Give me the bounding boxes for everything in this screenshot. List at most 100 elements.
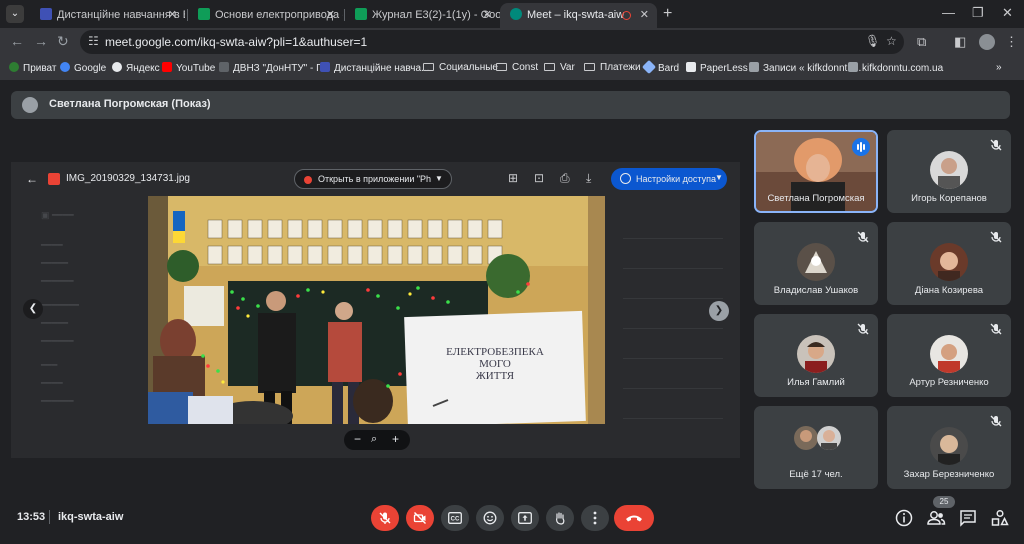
bookmark-folder[interactable]: Платежи <box>584 62 641 73</box>
add-comment-icon[interactable]: ⊡ <box>534 171 544 185</box>
participant-tile-speaker[interactable]: Светлана Погромская <box>754 130 878 213</box>
present-screen-button[interactable] <box>511 505 539 531</box>
toggle-camera-button[interactable] <box>406 505 434 531</box>
download-icon[interactable]: ⤓ <box>586 171 591 186</box>
bookmark-item[interactable]: PaperLess <box>686 62 748 74</box>
bookmarks-bar: Приват Google Яндекс YouTube ДВНЗ "ДонНТ… <box>0 57 1024 79</box>
zoom-out-icon[interactable]: − <box>354 432 361 446</box>
tab-search-button[interactable]: ⌄ <box>6 5 24 23</box>
participant-tile[interactable]: Артур Резниченко <box>887 314 1011 397</box>
restore-icon[interactable]: ❐ <box>972 5 984 21</box>
globe-icon <box>620 173 631 184</box>
raise-hand-button[interactable] <box>546 505 574 531</box>
next-image-button[interactable]: ❯ <box>709 301 729 321</box>
bookmark-item[interactable]: kifkdonntu.com.ua <box>848 62 943 74</box>
tab-distance-learning[interactable]: Дистанційне навчання в ВСП ✕ <box>30 3 185 28</box>
back-icon[interactable]: ← <box>10 33 24 49</box>
microphone-icon[interactable]: 🎙 <box>865 34 880 48</box>
page-icon <box>749 62 759 72</box>
bookmark-item[interactable]: YouTube <box>162 62 215 74</box>
open-in-app-label: Открыть в приложении "Ph <box>318 174 432 184</box>
more-participants-tile[interactable]: Ещё 17 чел. <box>754 406 878 489</box>
participant-tile[interactable]: Діана Козирева <box>887 222 1011 305</box>
tab-title: Основи електропривода (+Вид <box>215 9 343 21</box>
participant-avatar <box>930 427 968 465</box>
side-panel-icon[interactable]: ◧ <box>954 34 966 50</box>
extensions-icon[interactable]: ⧉ <box>917 34 926 50</box>
bookmark-folder[interactable]: Социальные <box>423 62 498 73</box>
bookmark-item[interactable]: Bard <box>641 59 679 75</box>
more-options-button[interactable] <box>581 505 609 531</box>
zoom-magnifier-icon[interactable]: ⌕ <box>371 433 377 446</box>
tab-journal[interactable]: Журнал Е3(2)-1(1у) - Google Т ✕ <box>345 3 500 28</box>
participant-avatar <box>930 335 968 373</box>
activities-icon[interactable] <box>990 508 1010 528</box>
bookmark-label: kifkdonntu.com.ua <box>862 63 944 74</box>
captions-button[interactable]: CC <box>441 505 469 531</box>
close-tab-icon[interactable]: ✕ <box>326 3 335 28</box>
more-bookmarks-icon[interactable]: » <box>996 62 1002 73</box>
meeting-info-icon[interactable] <box>894 508 914 528</box>
participant-tile[interactable]: Илья Гамлий <box>754 314 878 397</box>
new-tab-icon[interactable]: + <box>663 5 672 23</box>
reactions-button[interactable] <box>476 505 504 531</box>
address-bar[interactable]: ☷ meet.google.com/ikq-swta-aiw?pli=1&aut… <box>80 30 904 54</box>
participant-tile[interactable]: Захар Березниченко <box>887 406 1011 489</box>
previous-image-button[interactable]: ❮ <box>23 299 43 319</box>
participant-name: Илья Гамлий <box>787 377 845 388</box>
mic-off-icon <box>857 231 869 243</box>
tab-meet[interactable]: Meet – ikq-swta-aiw ✕ <box>500 3 657 28</box>
sheets-favicon-icon <box>355 8 367 20</box>
ghost-row <box>623 388 723 389</box>
bookmark-item[interactable]: ДВНЗ "ДонНТУ" - Г... <box>219 62 329 74</box>
distance-learning-icon <box>320 62 330 72</box>
svg-text:CC: CC <box>451 517 460 523</box>
folder-icon <box>423 63 434 71</box>
participant-tile[interactable]: Игорь Корепанов <box>887 130 1011 213</box>
chat-icon[interactable] <box>958 508 978 528</box>
bookmark-item[interactable]: Яндекс <box>112 62 160 74</box>
site-info-icon[interactable]: ☷ <box>88 34 99 48</box>
tab-title: Журнал Е3(2)-1(1у) - Google Т <box>372 9 500 21</box>
ghost-ui-text: ━━━━━ <box>41 318 69 328</box>
close-tab-icon[interactable]: ✕ <box>168 3 177 28</box>
forward-icon[interactable]: → <box>34 33 48 49</box>
bookmark-item[interactable]: Приват <box>9 62 56 74</box>
close-window-icon[interactable]: ✕ <box>1002 5 1013 21</box>
chevron-down-icon[interactable]: ▼ <box>715 173 723 182</box>
leave-call-button[interactable] <box>614 505 654 531</box>
menu-kebab-icon[interactable]: ⋮ <box>1005 34 1018 50</box>
bookmark-item[interactable]: Дистанційне навча... <box>320 62 429 74</box>
profile-avatar[interactable] <box>979 34 995 50</box>
print-icon[interactable]: ⎙ <box>560 171 570 186</box>
image-file-icon <box>48 173 60 185</box>
minimize-icon[interactable]: — <box>942 5 955 20</box>
ghost-row <box>623 328 723 329</box>
bookmark-folder[interactable]: Const <box>496 62 538 73</box>
people-icon[interactable] <box>926 508 946 528</box>
more-vert-icon <box>593 511 597 525</box>
close-tab-icon[interactable]: ✕ <box>483 3 492 28</box>
bookmark-folder[interactable]: Var <box>544 62 575 73</box>
chevron-down-icon[interactable]: ▼ <box>435 174 443 183</box>
add-to-drive-icon[interactable]: ⊞ <box>508 171 518 185</box>
youtube-icon <box>162 62 172 72</box>
bookmark-item[interactable]: Записи « kifkdonntu... <box>749 62 861 74</box>
bookmark-label: Яндекс <box>126 63 160 74</box>
zoom-in-icon[interactable]: + <box>392 432 399 446</box>
bookmark-label: YouTube <box>176 63 216 74</box>
reload-icon[interactable]: ↻ <box>57 33 69 50</box>
share-settings-button[interactable]: Настройки доступа ▼ <box>611 168 727 190</box>
back-arrow-icon[interactable]: ← <box>26 172 38 186</box>
bookmark-star-icon[interactable]: ☆ <box>886 34 897 48</box>
banner-line: ЖИТТЯ <box>475 370 515 382</box>
share-settings-label: Настройки доступа <box>636 174 716 184</box>
bookmark-item[interactable]: Google <box>60 62 106 74</box>
toggle-microphone-button[interactable] <box>371 505 399 531</box>
open-in-app-button[interactable]: Открыть в приложении "Ph ▼ <box>294 169 452 189</box>
participant-tile[interactable]: Владислав Ушаков <box>754 222 878 305</box>
tab-electric-drive[interactable]: Основи електропривода (+Вид ✕ <box>188 3 343 28</box>
close-tab-icon[interactable]: ✕ <box>640 3 649 28</box>
emoji-icon <box>483 511 497 525</box>
presentation-banner: Светлана Погромская (Показ) <box>11 91 1010 119</box>
